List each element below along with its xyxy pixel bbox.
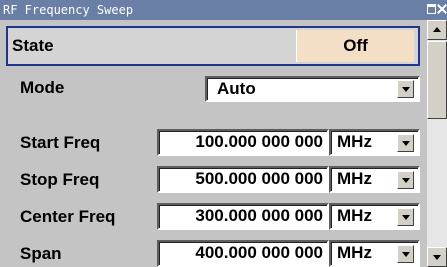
scroll-down-icon[interactable] [427, 247, 447, 267]
state-value: Off [343, 36, 368, 55]
state-toggle-button[interactable]: Off [296, 30, 414, 62]
stop-freq-label: Stop Freq [20, 170, 100, 189]
center-freq-unit: MHz [337, 206, 372, 225]
span-unit: MHz [337, 243, 372, 262]
scroll-up-icon[interactable] [427, 20, 447, 40]
title-bar[interactable]: RF Frequency Sweep [0, 0, 447, 20]
state-label: State [12, 36, 54, 55]
start-freq-unit-select[interactable]: MHz [329, 129, 420, 156]
dropdown-arrow-icon[interactable] [397, 80, 414, 98]
center-freq-input[interactable]: 300.000 000 000 [157, 203, 329, 230]
span-label: Span [20, 244, 62, 263]
stop-freq-unit-select[interactable]: MHz [329, 166, 420, 193]
start-freq-value: 100.000 000 000 [195, 132, 323, 151]
vertical-scrollbar[interactable] [427, 20, 447, 267]
dropdown-arrow-icon[interactable] [397, 134, 414, 152]
dropdown-arrow-icon[interactable] [397, 171, 414, 189]
span-value: 400.000 000 000 [195, 243, 323, 262]
mode-label: Mode [20, 78, 65, 97]
stop-freq-input[interactable]: 500.000 000 000 [157, 166, 329, 193]
span-unit-select[interactable]: MHz [329, 240, 420, 267]
stop-freq-unit: MHz [337, 169, 372, 188]
dropdown-arrow-icon[interactable] [397, 245, 414, 263]
center-freq-value: 300.000 000 000 [195, 206, 323, 225]
center-freq-label: Center Freq [20, 207, 116, 226]
maximize-icon[interactable] [427, 4, 436, 14]
center-freq-unit-select[interactable]: MHz [329, 203, 420, 230]
stop-freq-value: 500.000 000 000 [195, 169, 323, 188]
start-freq-label: Start Freq [20, 133, 101, 152]
start-freq-input[interactable]: 100.000 000 000 [157, 129, 329, 156]
scrollbar-thumb[interactable] [427, 41, 447, 119]
span-input[interactable]: 400.000 000 000 [157, 240, 329, 267]
settings-panel: State Off Mode Auto Start Freq 100.000 0… [0, 20, 426, 267]
rf-frequency-sweep-window: RF Frequency Sweep State Off Mode Auto S… [0, 0, 447, 267]
close-icon[interactable] [437, 4, 447, 14]
mode-select[interactable]: Auto [205, 76, 420, 102]
mode-value: Auto [217, 79, 256, 98]
dropdown-arrow-icon[interactable] [397, 208, 414, 226]
state-row: State Off [6, 26, 420, 66]
start-freq-unit: MHz [337, 132, 372, 151]
window-title: RF Frequency Sweep [3, 3, 134, 17]
